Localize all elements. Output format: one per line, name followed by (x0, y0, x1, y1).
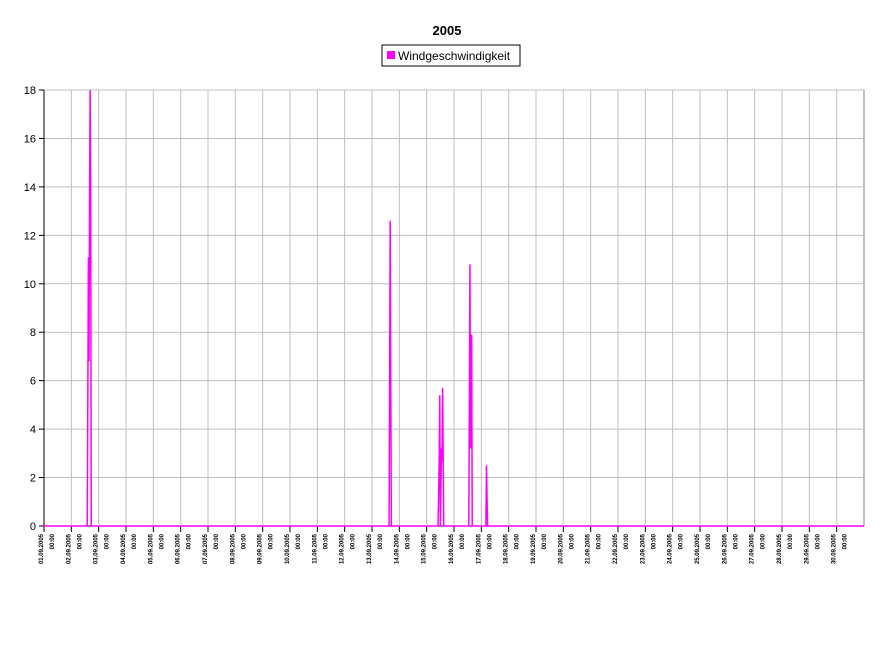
x-tick-label: 02.09.2005 (66, 533, 72, 564)
y-tick-label: 4 (30, 424, 36, 436)
x-tick-label: 19.09.2005 (531, 533, 537, 564)
x-tick-time: 00:00 (542, 533, 548, 549)
x-tick-time: 00:00 (187, 533, 193, 549)
x-tick-label: 06.09.2005 (176, 533, 182, 564)
x-tick-label: 25.09.2005 (695, 533, 701, 564)
x-tick-time: 00:00 (487, 533, 493, 549)
x-tick-label: 21.09.2005 (586, 533, 592, 564)
x-tick-label: 18.09.2005 (504, 533, 510, 564)
x-tick-label: 07.09.2005 (203, 533, 209, 564)
x-tick-label: 29.09.2005 (804, 533, 810, 564)
x-tick-label: 14.09.2005 (394, 533, 400, 564)
x-tick-time: 00:00 (105, 533, 111, 549)
x-tick-label: 20.09.2005 (558, 533, 564, 564)
x-tick-time: 00:00 (624, 533, 630, 549)
x-tick-label: 15.09.2005 (422, 533, 428, 564)
y-tick-label: 14 (24, 182, 36, 194)
x-tick-time: 00:00 (733, 533, 739, 549)
x-tick-label: 16.09.2005 (449, 533, 455, 564)
x-tick-time: 00:00 (77, 533, 83, 549)
x-tick-time: 00:00 (651, 533, 657, 549)
x-tick-time: 00:00 (50, 533, 56, 549)
y-tick-label: 12 (24, 230, 36, 242)
y-tick-label: 16 (24, 133, 36, 145)
x-tick-label: 11.09.2005 (312, 533, 318, 563)
x-tick-label: 23.09.2005 (640, 533, 646, 564)
x-tick-time: 00:00 (597, 533, 603, 549)
x-tick-label: 28.09.2005 (777, 533, 783, 564)
x-tick-time: 00:00 (515, 533, 521, 549)
x-tick-label: 27.09.2005 (750, 533, 756, 564)
x-tick-label: 13.09.2005 (367, 533, 373, 564)
x-tick-time: 00:00 (378, 533, 384, 549)
y-tick-label: 2 (30, 473, 36, 485)
chart-title: 2005 (433, 23, 462, 38)
x-tick-time: 00:00 (706, 533, 712, 549)
y-tick-label: 6 (30, 376, 36, 388)
x-tick-time: 00:00 (460, 533, 466, 549)
x-tick-label: 04.09.2005 (121, 533, 127, 564)
x-tick-time: 00:00 (843, 533, 849, 549)
x-tick-label: 22.09.2005 (613, 533, 619, 564)
legend-label: Windgeschwindigkeit (398, 49, 511, 63)
x-tick-label: 24.09.2005 (668, 533, 674, 564)
x-tick-label: 30.09.2005 (832, 533, 838, 564)
y-tick-label: 8 (30, 327, 36, 339)
x-tick-time: 00:00 (405, 533, 411, 549)
x-tick-time: 00:00 (296, 533, 302, 549)
x-tick-label: 26.09.2005 (722, 533, 728, 564)
x-tick-time: 00:00 (679, 533, 685, 549)
x-tick-time: 00:00 (433, 533, 439, 549)
x-tick-time: 00:00 (241, 533, 247, 549)
x-tick-label: 03.09.2005 (94, 533, 100, 564)
x-tick-label: 05.09.2005 (148, 533, 154, 564)
x-tick-time: 00:00 (269, 533, 275, 549)
x-tick-time: 00:00 (214, 533, 220, 549)
x-tick-label: 17.09.2005 (476, 533, 482, 564)
y-tick-label: 10 (24, 279, 36, 291)
x-tick-label: 01.09.2005 (39, 533, 45, 564)
x-tick-time: 00:00 (761, 533, 767, 549)
legend: Windgeschwindigkeit (381, 44, 521, 67)
x-tick-time: 00:00 (788, 533, 794, 549)
y-tick-label: 0 (30, 521, 36, 533)
x-tick-label: 09.09.2005 (258, 533, 264, 564)
x-tick-time: 00:00 (323, 533, 329, 549)
chart: 2005 Windgeschwindigkeit 0 2 4 6 8 10 12 14 16 18… (24, 23, 865, 564)
x-tick-time: 00:00 (815, 533, 821, 549)
x-tick-label: 08.09.2005 (230, 533, 236, 564)
x-tick-label: 10.09.2005 (285, 533, 291, 564)
y-tick-label: 18 (24, 85, 36, 97)
x-tick-label: 12.09.2005 (340, 533, 346, 564)
x-tick-time: 00:00 (132, 533, 138, 549)
x-tick-time: 00:00 (569, 533, 575, 549)
legend-swatch (387, 51, 395, 59)
x-tick-time: 00:00 (351, 533, 357, 549)
x-tick-time: 00:00 (159, 533, 165, 549)
